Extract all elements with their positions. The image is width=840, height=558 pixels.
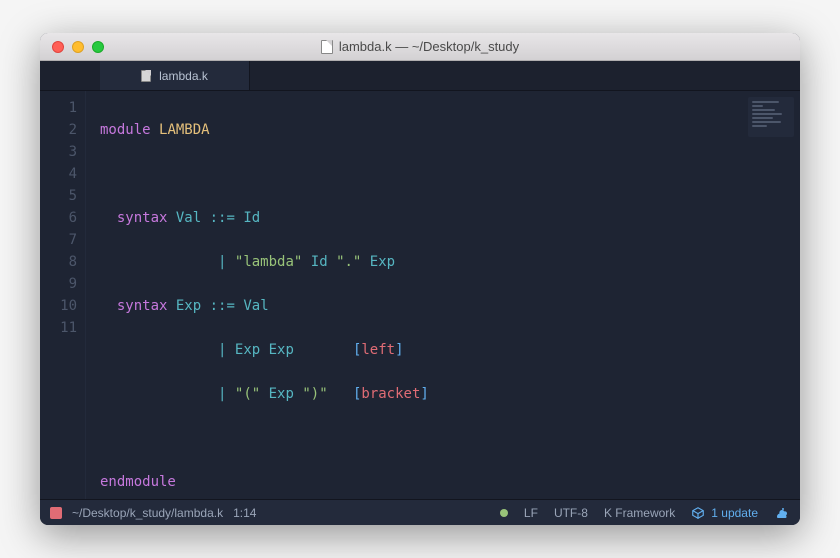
package-icon [691, 506, 705, 520]
editor[interactable]: 1 2 3 4 5 6 7 8 9 10 11 module LAMBDA sy… [40, 91, 800, 499]
editor-window: lambda.k — ~/Desktop/k_study lambda.k 1 … [40, 33, 800, 525]
traffic-lights [52, 41, 104, 53]
status-cursor[interactable]: 1:14 [233, 506, 256, 520]
status-line-ending[interactable]: LF [524, 506, 538, 520]
titlebar: lambda.k — ~/Desktop/k_study [40, 33, 800, 61]
tab-lambda-k[interactable]: lambda.k [100, 61, 250, 90]
document-icon [141, 70, 151, 82]
minimap[interactable] [748, 97, 794, 137]
minimize-button[interactable] [72, 41, 84, 53]
status-updates[interactable]: 1 update [691, 506, 758, 520]
close-button[interactable] [52, 41, 64, 53]
tab-bar: lambda.k [40, 61, 800, 91]
project-swatch[interactable] [50, 507, 62, 519]
tab-label: lambda.k [159, 69, 208, 83]
status-bar: ~/Desktop/k_study/lambda.k 1:14 LF UTF-8… [40, 499, 800, 525]
status-encoding[interactable]: UTF-8 [554, 506, 588, 520]
zoom-button[interactable] [92, 41, 104, 53]
status-ok-icon [500, 509, 508, 517]
window-title-text: lambda.k — ~/Desktop/k_study [339, 39, 519, 54]
status-grammar[interactable]: K Framework [604, 506, 675, 520]
document-icon [321, 40, 333, 54]
window-title: lambda.k — ~/Desktop/k_study [40, 39, 800, 54]
gutter: 1 2 3 4 5 6 7 8 9 10 11 [40, 91, 86, 499]
code-area[interactable]: module LAMBDA syntax Val ::= Id | "lambd… [86, 91, 800, 499]
squirrel-icon[interactable] [774, 505, 790, 521]
status-path[interactable]: ~/Desktop/k_study/lambda.k [72, 506, 223, 520]
